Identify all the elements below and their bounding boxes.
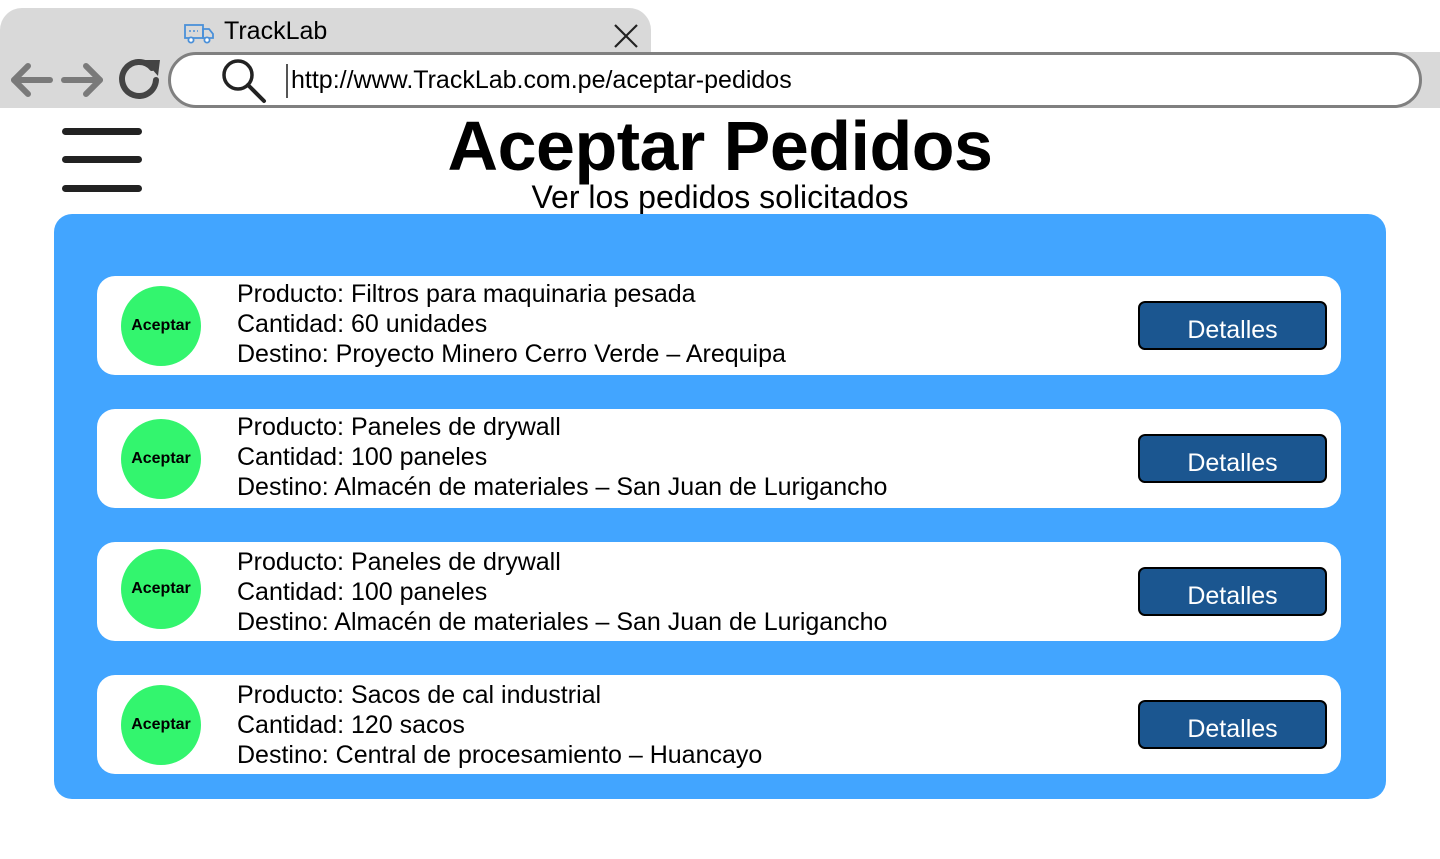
accept-button[interactable]: Aceptar: [121, 419, 201, 499]
order-info: Producto: Sacos de cal industrial Cantid…: [237, 680, 762, 770]
order-product: Producto: Paneles de drywall: [237, 548, 561, 576]
reload-icon[interactable]: [114, 54, 164, 104]
order-destination: Destino: Central de procesamiento – Huan…: [237, 741, 763, 769]
order-card: Aceptar Producto: Paneles de drywall Can…: [97, 409, 1341, 508]
details-button[interactable]: Detalles: [1138, 434, 1327, 483]
order-info: Producto: Filtros para maquinaria pesada…: [237, 279, 786, 369]
accept-button[interactable]: Aceptar: [121, 549, 201, 629]
order-destination: Destino: Proyecto Minero Cerro Verde – A…: [237, 340, 786, 368]
order-quantity: Cantidad: 100 paneles: [237, 443, 488, 471]
order-info: Producto: Paneles de drywall Cantidad: 1…: [237, 547, 887, 637]
search-icon: [222, 59, 266, 103]
close-icon[interactable]: [612, 22, 640, 50]
url-text[interactable]: http://www.TrackLab.com.pe/aceptar-pedid…: [291, 64, 792, 96]
order-card: Aceptar Producto: Filtros para maquinari…: [97, 276, 1341, 375]
accept-button[interactable]: Aceptar: [121, 685, 201, 765]
order-quantity: Cantidad: 120 sacos: [237, 711, 465, 739]
order-destination: Destino: Almacén de materiales – San Jua…: [237, 473, 888, 501]
arrow-right-icon[interactable]: [60, 60, 106, 100]
page-title: Aceptar Pedidos: [447, 107, 993, 185]
order-quantity: Cantidad: 100 paneles: [237, 578, 488, 606]
arrow-left-icon[interactable]: [8, 60, 54, 100]
details-button[interactable]: Detalles: [1138, 700, 1327, 749]
page: TrackLab http://www.TrackLab.com.pe/acep…: [0, 0, 1440, 859]
page-subtitle: Ver los pedidos solicitados: [531, 179, 909, 215]
order-product: Producto: Filtros para maquinaria pesada: [237, 280, 696, 308]
order-card: Aceptar Producto: Sacos de cal industria…: [97, 675, 1341, 774]
details-button[interactable]: Detalles: [1138, 567, 1327, 616]
order-product: Producto: Paneles de drywall: [237, 413, 561, 441]
tab-title: TrackLab: [224, 17, 328, 45]
order-destination: Destino: Almacén de materiales – San Jua…: [237, 608, 888, 636]
order-product: Producto: Sacos de cal industrial: [237, 681, 602, 709]
details-button[interactable]: Detalles: [1138, 301, 1327, 350]
order-info: Producto: Paneles de drywall Cantidad: 1…: [237, 412, 887, 502]
order-quantity: Cantidad: 60 unidades: [237, 310, 488, 338]
accept-button[interactable]: Aceptar: [121, 286, 201, 366]
truck-icon: [184, 24, 214, 44]
order-card: Aceptar Producto: Paneles de drywall Can…: [97, 542, 1341, 641]
text-caret: [286, 64, 288, 98]
